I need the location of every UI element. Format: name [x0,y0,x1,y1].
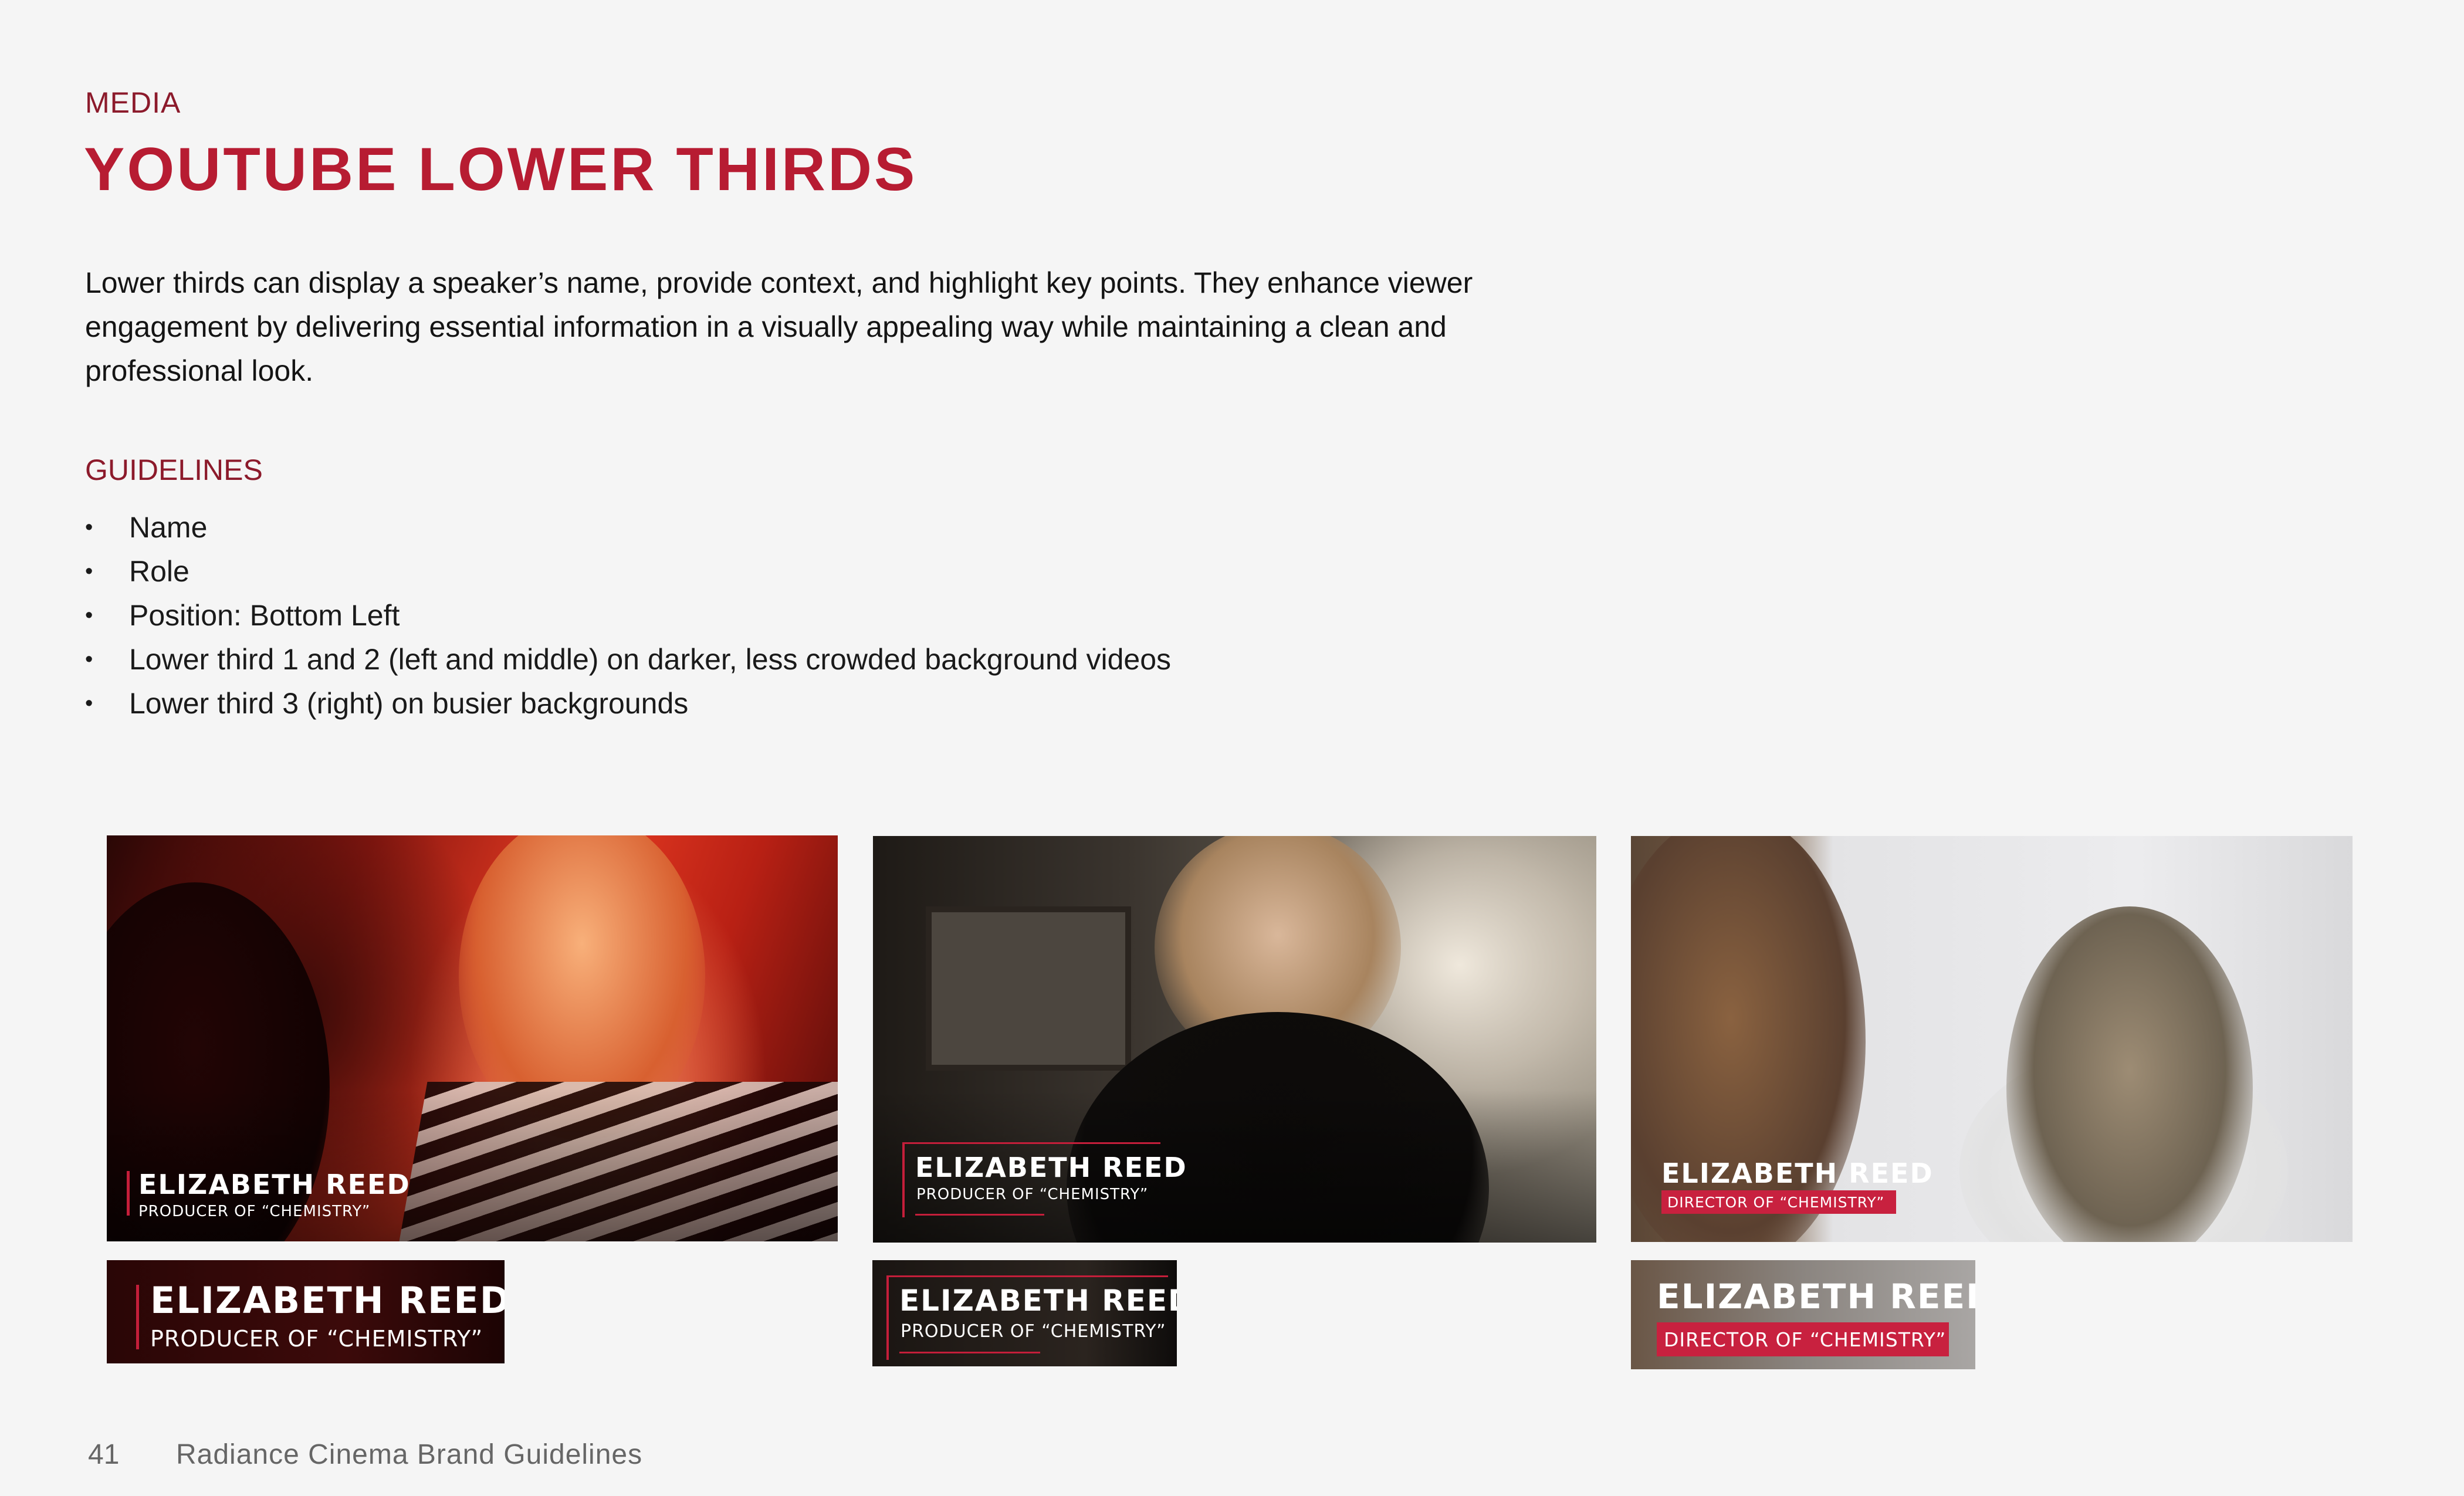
accent-bar [136,1285,139,1349]
lower-third-role: PRODUCER OF “CHEMISTRY” [138,1203,371,1220]
page-title: YOUTUBE LOWER THIRDS [84,136,918,204]
guideline-item: Role [85,550,1171,594]
lower-third-role: DIRECTOR OF “CHEMISTRY” [1667,1194,1885,1211]
person-figure [2006,906,2253,1242]
lower-third-name: ELIZABETH REED [915,1152,1187,1183]
lower-third-role: DIRECTOR OF “CHEMISTRY” [1664,1328,1947,1351]
lower-third-name: ELIZABETH REED [1661,1157,1934,1189]
lower-third-detail-1: ELIZABETH REED PRODUCER OF “CHEMISTRY” [107,1260,505,1363]
guideline-item: Lower third 1 and 2 (left and middle) on… [85,638,1171,682]
example-frame-2: ELIZABETH REED PRODUCER OF “CHEMISTRY” [873,836,1596,1243]
guidelines-heading: GUIDELINES [85,453,263,486]
accent-line-top [886,1275,1168,1277]
lower-third-detail-2: ELIZABETH REED PRODUCER OF “CHEMISTRY” [872,1260,1177,1366]
accent-line-top [902,1142,1160,1144]
lower-third-name: ELIZABETH REED [899,1284,1177,1318]
guideline-item: Lower third 3 (right) on busier backgrou… [85,682,1171,726]
accent-line-bottom [915,1214,1044,1216]
wall-frame [926,906,1131,1071]
document-title: Radiance Cinema Brand Guidelines [176,1439,643,1470]
intro-paragraph: Lower thirds can display a speaker’s nam… [85,266,1473,387]
section-label: MEDIA [85,86,181,119]
lower-third-detail-3: ELIZABETH REED DIRECTOR OF “CHEMISTRY” [1631,1260,1975,1369]
lower-third-role: PRODUCER OF “CHEMISTRY” [901,1321,1166,1342]
guidelines-list: Name Role Position: Bottom Left Lower th… [85,506,1171,726]
accent-line-bottom [899,1352,1040,1353]
lower-third-name: ELIZABETH REED [138,1169,411,1200]
accent-bar [886,1275,889,1360]
page-number: 41 [88,1439,120,1470]
lower-third-name: ELIZABETH REED [150,1279,505,1322]
accent-bar [902,1142,905,1217]
guideline-item: Name [85,506,1171,550]
lower-third-role: PRODUCER OF “CHEMISTRY” [150,1326,483,1352]
example-frame-3: ELIZABETH REED DIRECTOR OF “CHEMISTRY” [1631,836,2353,1242]
lower-third-role: PRODUCER OF “CHEMISTRY” [916,1186,1149,1203]
example-frame-1: ELIZABETH REED PRODUCER OF “CHEMISTRY” [107,835,838,1241]
lower-third-name: ELIZABETH REED [1657,1277,1975,1316]
guideline-item: Position: Bottom Left [85,594,1171,638]
accent-bar [127,1171,130,1216]
